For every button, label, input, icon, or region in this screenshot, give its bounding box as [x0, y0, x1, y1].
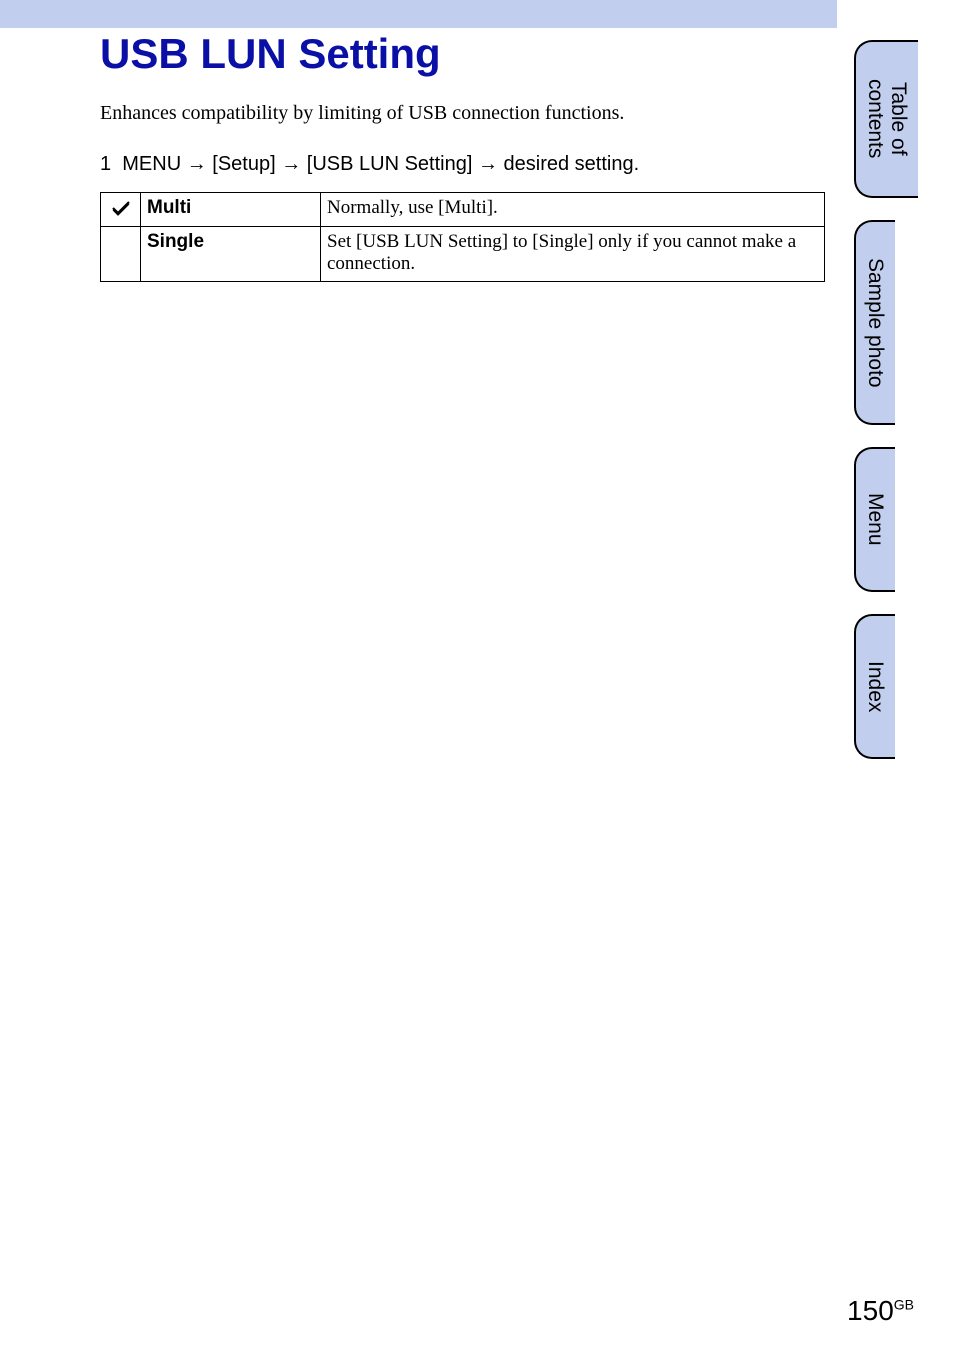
setting-desc: Set [USB LUN Setting] to [Single] only i…	[321, 227, 825, 282]
page-number: 150	[847, 1295, 894, 1326]
arrow-icon: →	[187, 153, 207, 175]
table-row: Multi Normally, use [Multi].	[101, 193, 825, 227]
checkmark-cell	[101, 227, 141, 282]
tab-table-of-contents[interactable]: Table of contents	[854, 40, 918, 198]
setting-desc: Normally, use [Multi].	[321, 193, 825, 227]
check-icon	[111, 199, 131, 222]
page-number-footer: 150GB	[847, 1295, 914, 1327]
step-number: 1	[100, 153, 111, 175]
page-suffix: GB	[894, 1297, 914, 1313]
page-title: USB LUN Setting	[100, 30, 825, 78]
intro-text: Enhances compatibility by limiting of US…	[100, 102, 825, 125]
step-setup: [Setup]	[212, 153, 275, 175]
arrow-icon: →	[478, 153, 498, 175]
settings-table: Multi Normally, use [Multi]. Single Set …	[100, 192, 825, 282]
step-1: 1 MENU → [Setup] → [USB LUN Setting] → d…	[100, 153, 825, 176]
step-usb-lun: [USB LUN Setting]	[307, 153, 473, 175]
setting-name: Single	[141, 227, 321, 282]
checkmark-cell	[101, 193, 141, 227]
step-menu: MENU	[122, 153, 181, 175]
setting-name: Multi	[141, 193, 321, 227]
table-row: Single Set [USB LUN Setting] to [Single]…	[101, 227, 825, 282]
arrow-icon: →	[281, 153, 301, 175]
tab-index[interactable]: Index	[854, 614, 895, 759]
document-page: Table of contents Sample photo Menu Inde…	[0, 0, 954, 1357]
step-desired: desired setting.	[504, 153, 640, 175]
tab-sample-photo[interactable]: Sample photo	[854, 220, 895, 425]
top-accent-bar	[0, 0, 837, 28]
side-tabs: Table of contents Sample photo Menu Inde…	[854, 40, 954, 781]
tab-menu[interactable]: Menu	[854, 447, 895, 592]
content-area: USB LUN Setting Enhances compatibility b…	[100, 30, 825, 282]
